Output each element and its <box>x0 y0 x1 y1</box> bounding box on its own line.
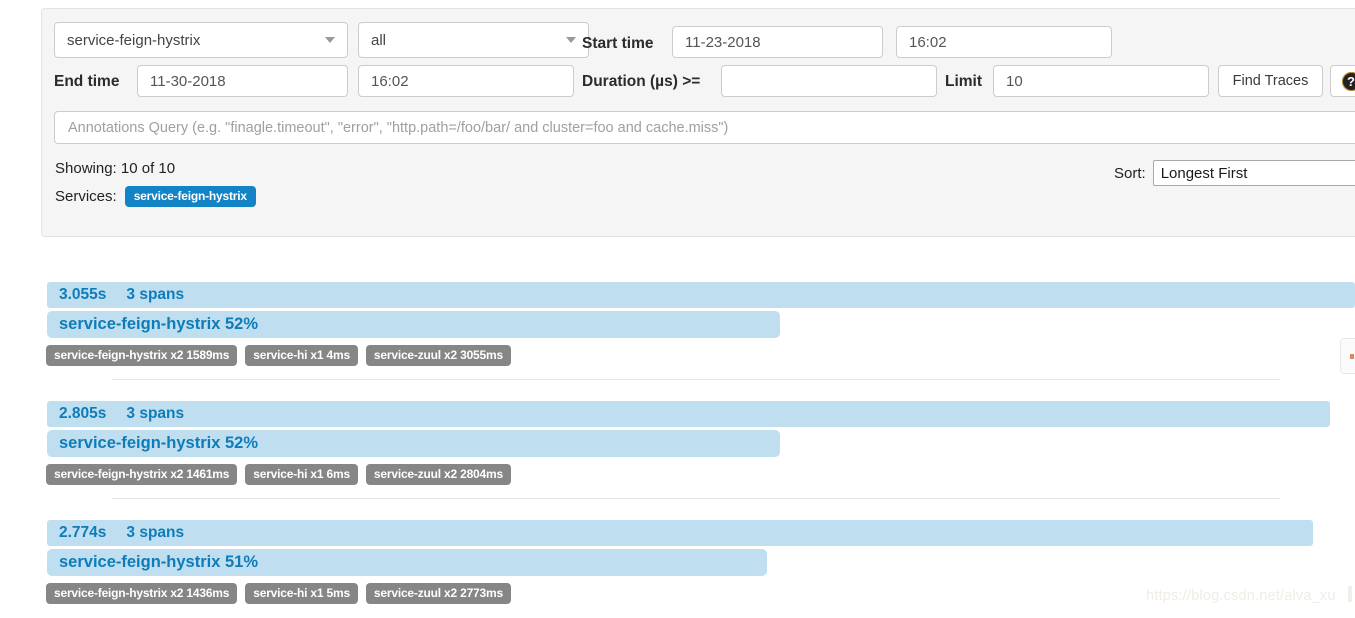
span-name-select-value: all <box>371 31 387 49</box>
trace-span-count: 3 spans <box>126 524 185 541</box>
limit-input[interactable] <box>993 65 1209 97</box>
span-tag[interactable]: service-zuul x2 2773ms <box>365 583 511 604</box>
trace-span-tags: service-feign-hystrix x2 1589ms service-… <box>46 345 519 366</box>
help-question-icon: ? <box>1341 71 1355 91</box>
start-time-label: Start time <box>582 35 654 52</box>
trace-duration-value: 2.774s <box>59 524 107 541</box>
edge-cutoff-marker <box>1350 354 1354 359</box>
showing-count-text: Showing: 10 of 10 <box>55 160 176 177</box>
span-tag[interactable]: service-hi x1 6ms <box>245 464 358 485</box>
start-clock-input[interactable] <box>896 26 1112 58</box>
annotations-query-placeholder: Annotations Query (e.g. "finagle.timeout… <box>68 119 729 136</box>
start-date-input[interactable] <box>672 26 883 58</box>
trace-duration-bar[interactable]: 2.805s 3 spans <box>47 401 1330 427</box>
limit-label: Limit <box>945 73 983 90</box>
span-tag[interactable]: service-feign-hystrix x2 1436ms <box>46 583 238 604</box>
trace-duration-value: 2.805s <box>59 405 107 422</box>
service-name-select-value: service-feign-hystrix <box>67 31 201 49</box>
duration-label: Duration (µs) >= <box>582 73 701 90</box>
trace-service-percent-label: service-feign-hystrix 52% <box>59 315 259 333</box>
edge-cutoff-control[interactable] <box>1340 338 1355 374</box>
trace-service-percent-bar[interactable]: service-feign-hystrix 52% <box>47 311 780 338</box>
service-filter-badge[interactable]: service-feign-hystrix <box>124 186 256 207</box>
trace-results-list: 3.055s 3 spans service-feign-hystrix 52%… <box>0 262 1355 618</box>
sort-row: Sort: Longest First <box>1114 160 1355 186</box>
end-date-input[interactable] <box>137 65 348 97</box>
sort-select[interactable]: Longest First <box>1152 160 1355 186</box>
trace-span-count: 3 spans <box>126 405 185 422</box>
trace-service-percent-label: service-feign-hystrix 52% <box>59 434 259 452</box>
zipkin-find-traces-page: service-feign-hystrix all Start time End… <box>0 0 1355 618</box>
span-tag[interactable]: service-zuul x2 3055ms <box>365 345 511 366</box>
trace-result-row[interactable]: 3.055s 3 spans service-feign-hystrix 52%… <box>0 262 1355 381</box>
chevron-down-icon <box>566 37 576 43</box>
sort-select-value: Longest First <box>1160 164 1248 182</box>
services-row: Services: service-feign-hystrix <box>55 186 256 207</box>
span-tag[interactable]: service-zuul x2 2804ms <box>365 464 511 485</box>
services-label: Services: <box>55 188 117 205</box>
result-divider <box>112 379 1280 380</box>
span-tag[interactable]: service-hi x1 4ms <box>245 345 358 366</box>
trace-service-percent-label: service-feign-hystrix 51% <box>59 553 259 571</box>
span-tag[interactable]: service-feign-hystrix x2 1589ms <box>46 345 238 366</box>
trace-service-percent-bar[interactable]: service-feign-hystrix 52% <box>47 430 780 457</box>
trace-result-row[interactable]: 2.805s 3 spans service-feign-hystrix 52%… <box>0 381 1355 500</box>
end-time-label: End time <box>54 73 120 90</box>
watermark-text: https://blog.csdn.net/alva_xu <box>1146 588 1336 604</box>
duration-input[interactable] <box>721 65 937 97</box>
result-divider <box>112 498 1280 499</box>
trace-span-count: 3 spans <box>126 286 185 303</box>
trace-duration-bar[interactable]: 2.774s 3 spans <box>47 520 1313 546</box>
chevron-down-icon <box>325 37 335 43</box>
trace-duration-bar[interactable]: 3.055s 3 spans <box>47 282 1355 308</box>
search-panel: service-feign-hystrix all Start time End… <box>41 8 1355 237</box>
trace-span-tags: service-feign-hystrix x2 1461ms service-… <box>46 464 519 485</box>
span-tag[interactable]: service-feign-hystrix x2 1461ms <box>46 464 238 485</box>
span-tag[interactable]: service-hi x1 5ms <box>245 583 358 604</box>
watermark-edge-mark <box>1348 586 1352 602</box>
sort-label: Sort: <box>1114 164 1146 182</box>
find-traces-button[interactable]: Find Traces <box>1218 65 1323 97</box>
service-name-select[interactable]: service-feign-hystrix <box>54 22 348 58</box>
help-button[interactable]: ? <box>1330 65 1355 97</box>
end-clock-input[interactable] <box>358 65 574 97</box>
trace-service-percent-bar[interactable]: service-feign-hystrix 51% <box>47 549 767 576</box>
trace-span-tags: service-feign-hystrix x2 1436ms service-… <box>46 583 519 604</box>
annotations-query-input[interactable]: Annotations Query (e.g. "finagle.timeout… <box>54 111 1355 144</box>
trace-duration-value: 3.055s <box>59 286 107 303</box>
span-name-select[interactable]: all <box>358 22 589 58</box>
find-traces-label: Find Traces <box>1232 73 1309 89</box>
